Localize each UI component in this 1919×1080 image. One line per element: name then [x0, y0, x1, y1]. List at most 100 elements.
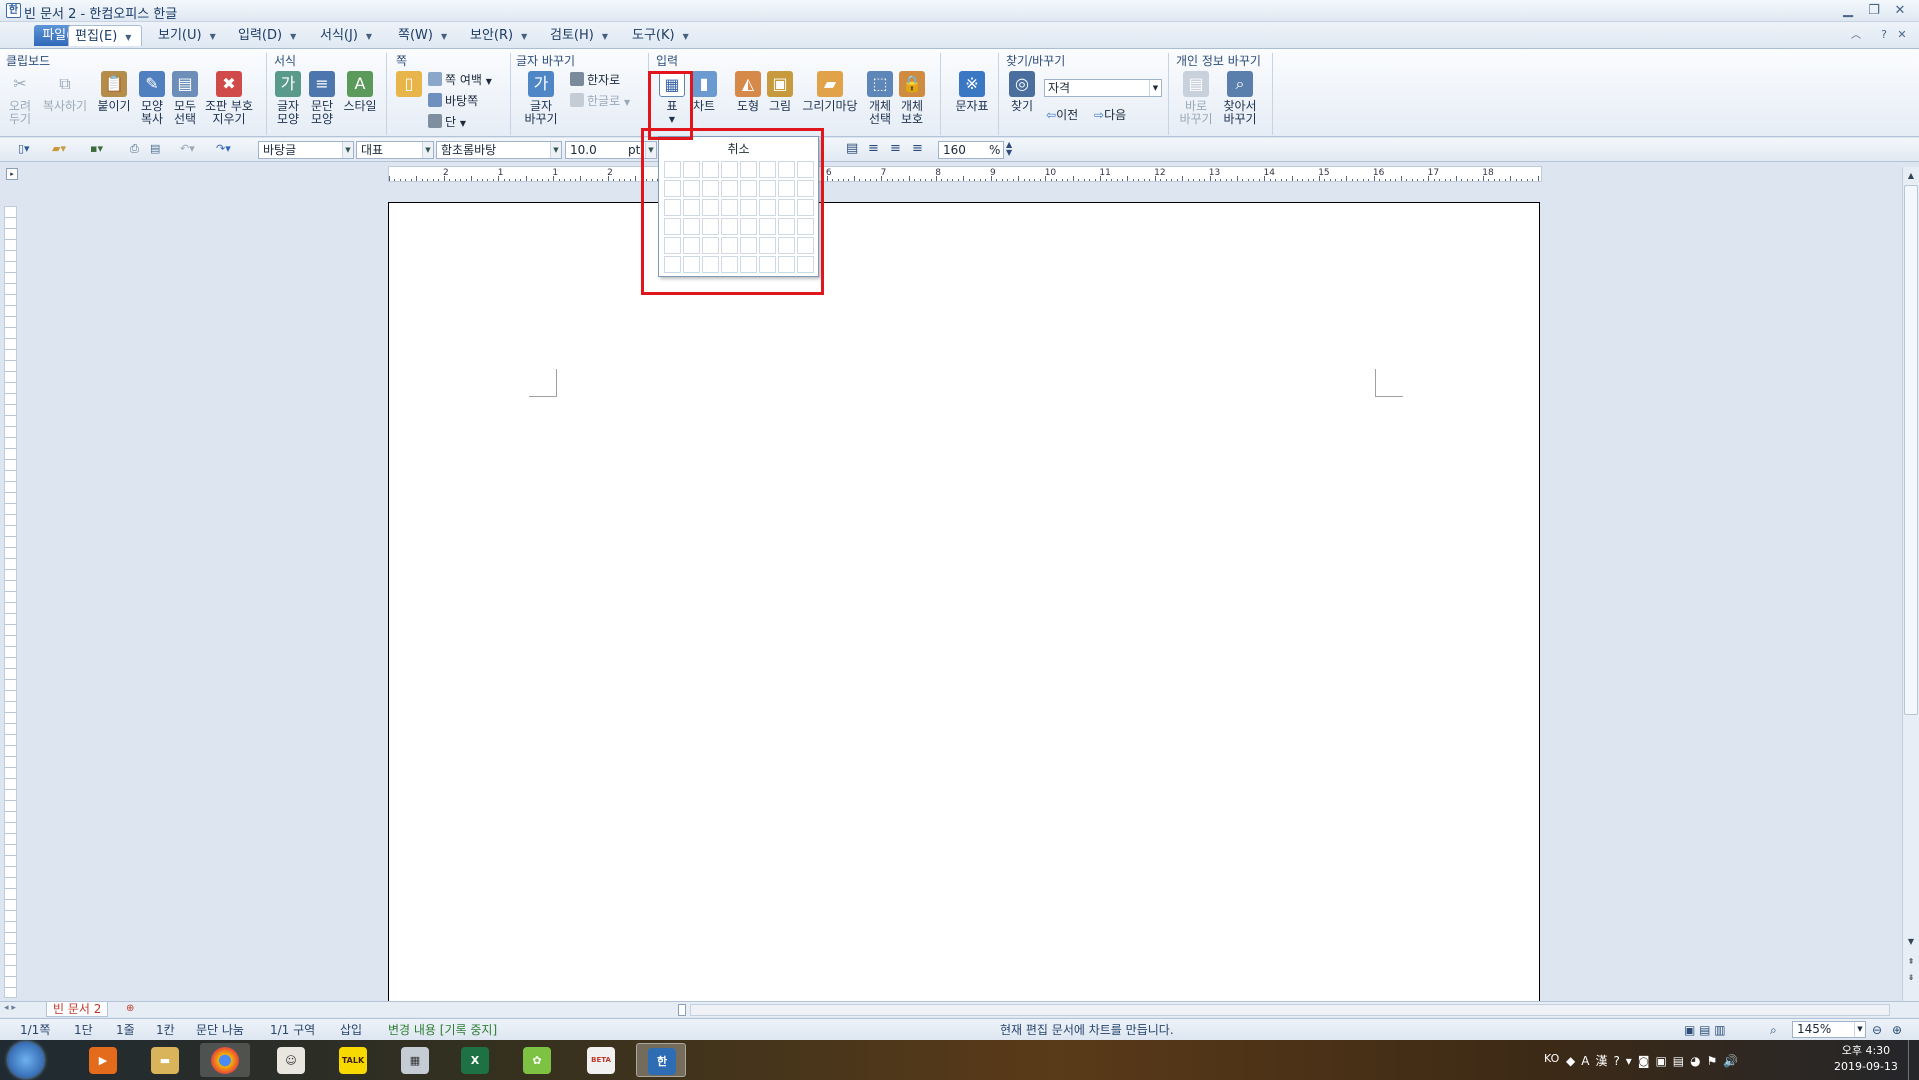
zoom-icon[interactable]: ⌕	[1770, 1022, 1777, 1038]
hwp-icon[interactable]: 한	[6, 3, 21, 18]
taskbar-calculator[interactable]: ▦	[390, 1043, 440, 1077]
to-hangul-button[interactable]: 한글로 ▼	[570, 92, 630, 111]
taskbar-game[interactable]: ☺	[266, 1043, 316, 1077]
zoom-in-icon[interactable]: ⊕	[1892, 1022, 1902, 1038]
document-page[interactable]	[388, 202, 1540, 1002]
taskbar-sticker[interactable]: ✿	[512, 1043, 562, 1077]
taskbar-media-player[interactable]: ▶	[78, 1043, 128, 1077]
page-setup-button[interactable]: ▯	[394, 71, 424, 100]
find-replace-button[interactable]: ⌕ 찾아서 바꾸기	[1218, 71, 1262, 126]
ribbon-collapse-icon[interactable]: ︿	[1846, 28, 1866, 44]
symbol-button[interactable]: ※ 문자표	[950, 71, 994, 113]
menu-security[interactable]: 보안(R) ▼	[464, 25, 533, 46]
menu-page[interactable]: 쪽(W) ▼	[392, 25, 453, 46]
char-shape-button[interactable]: 가 글자 모양	[270, 71, 306, 126]
columns-button[interactable]: 단 ▼	[428, 113, 466, 132]
save-icon[interactable]: ▪▾	[90, 141, 103, 159]
font-select[interactable]: 함초롬바탕 ▼	[436, 141, 562, 159]
scroll-thumb[interactable]	[1904, 185, 1918, 715]
ruler-tick	[952, 179, 954, 181]
menu-tools[interactable]: 도구(K) ▼	[626, 25, 695, 46]
menu-review[interactable]: 검토(H) ▼	[544, 25, 614, 46]
char-convert-button[interactable]: 가 글자 바꾸기	[518, 71, 564, 126]
align-justify-icon[interactable]: ▤	[846, 141, 858, 159]
zoom-out-icon[interactable]: ⊖	[1872, 1022, 1882, 1038]
zoom-select[interactable]: 145% ▼	[1792, 1021, 1866, 1038]
object-protect-button[interactable]: 🔒 개체 보호	[894, 71, 930, 126]
menu-view[interactable]: 보기(U) ▼	[152, 25, 222, 46]
restore-icon[interactable]: ❐	[1864, 3, 1884, 19]
para-shape-button[interactable]: ≡ 문단 모양	[304, 71, 340, 126]
clock[interactable]: 오후 4:30 2019-09-13	[1834, 1043, 1898, 1075]
menu-format[interactable]: 서식(J) ▼	[314, 25, 378, 46]
gallery-label: 그리기마당	[802, 99, 858, 113]
windows-start-icon[interactable]	[8, 1042, 44, 1078]
find-button[interactable]: ◎ 찾기	[1004, 71, 1040, 113]
prev-page-icon[interactable]: ⇞	[1905, 957, 1917, 969]
taskbar-hwp[interactable]: 한	[636, 1043, 686, 1077]
align-left-icon[interactable]: ≡	[868, 141, 879, 159]
shape-copy-button[interactable]: ✎ 모양 복사	[134, 71, 170, 126]
select-all-button[interactable]: ▤ 모두 선택	[167, 71, 203, 126]
undo-icon[interactable]: ↶▾	[180, 141, 195, 159]
redo-icon[interactable]: ↷▾	[216, 141, 231, 159]
taskbar-explorer[interactable]: ▬	[140, 1043, 190, 1077]
close-icon[interactable]: ✕	[1890, 3, 1910, 19]
scroll-up-icon[interactable]: ▲	[1905, 171, 1917, 183]
new-doc-icon[interactable]: ▯▾	[18, 141, 30, 159]
tab-document[interactable]: 빈 문서 2	[46, 1002, 109, 1017]
taskbar-kakaotalk[interactable]: TALK	[328, 1043, 378, 1077]
taskbar-beta-app[interactable]: BETA	[576, 1043, 626, 1077]
close-doc-icon[interactable]: ✕	[1892, 27, 1912, 43]
paste-button[interactable]: 📋 붙이기	[96, 71, 132, 113]
clear-markers-button[interactable]: ✖ 조판 부호 지우기	[204, 71, 254, 126]
ime-language[interactable]: KO	[1544, 1052, 1559, 1065]
background-page-button[interactable]: 바탕쪽	[428, 92, 478, 111]
line-spacing-input[interactable]: 160 %	[938, 141, 1004, 159]
help-icon[interactable]: ?	[1874, 27, 1894, 43]
style-button[interactable]: A 스타일	[338, 71, 382, 113]
status-mode[interactable]: 삽입	[340, 1022, 362, 1038]
find-prev-button[interactable]: ⇦이전	[1046, 106, 1078, 125]
menu-input[interactable]: 입력(D) ▼	[232, 25, 302, 46]
copy-button[interactable]: ⧉ 복사하기	[40, 71, 90, 113]
align-center-icon[interactable]: ≡	[890, 141, 901, 159]
page-margin-button[interactable]: 쪽 여백 ▼	[428, 71, 492, 90]
horizontal-scrollbar[interactable]	[690, 1004, 1890, 1016]
to-hanja-button[interactable]: 한자로	[570, 71, 620, 90]
minimize-icon[interactable]: ▁	[1838, 3, 1858, 19]
print-icon[interactable]: ⎙	[130, 141, 139, 159]
menu-edit[interactable]: 편집(E) ▼	[68, 25, 142, 46]
replace-now-button[interactable]: ▤ 바로 바꾸기	[1178, 71, 1214, 126]
chevron-down-icon[interactable]: ▼	[1149, 80, 1161, 96]
style-select[interactable]: 바탕글 ▼	[258, 141, 354, 159]
object-select-button[interactable]: ⬚ 개체 선택	[862, 71, 898, 126]
picture-button[interactable]: ▣ 그림	[762, 71, 798, 113]
next-page-icon[interactable]: ⇟	[1905, 973, 1917, 985]
language-select[interactable]: 대표 ▼	[356, 141, 434, 159]
ruler-toggle-icon[interactable]: ▸	[6, 168, 18, 180]
status-track-changes[interactable]: 변경 내용 [기록 중지]	[388, 1022, 497, 1038]
taskbar-chrome[interactable]	[200, 1043, 250, 1077]
view-mode-icons[interactable]: ▣ ▤ ▥	[1684, 1022, 1726, 1038]
new-tab-icon[interactable]: ⊕	[126, 1003, 134, 1014]
vertical-scrollbar[interactable]: ▲ ▼ ⇞ ⇟	[1902, 167, 1919, 1002]
find-input[interactable]: 자격 ▼	[1044, 79, 1162, 97]
gallery-button[interactable]: ▰ 그리기마당	[798, 71, 862, 113]
open-icon[interactable]: ▰▾	[52, 141, 66, 159]
preview-icon[interactable]: ▤	[150, 141, 160, 159]
show-desktop-button[interactable]	[1908, 1040, 1919, 1080]
shape-button[interactable]: ◭ 도형	[730, 71, 766, 113]
align-right-icon[interactable]: ≡	[912, 141, 923, 159]
find-next-button[interactable]: ⇨다음	[1094, 106, 1126, 125]
vertical-ruler[interactable]	[4, 206, 17, 998]
taskbar-excel[interactable]: X	[450, 1043, 500, 1077]
h-scroll-splitter[interactable]	[678, 1004, 686, 1016]
cut-button[interactable]: ✂ 오려 두기	[2, 71, 38, 126]
tab-nav-icon[interactable]: ◂ ▸	[4, 1003, 16, 1013]
tray-icons[interactable]: ◆A漢?▾◙▣▤◕⚑🔊	[1566, 1052, 1744, 1069]
horizontal-ruler[interactable]: 21123456789101112131415161718	[388, 166, 1542, 182]
scroll-down-icon[interactable]: ▼	[1905, 937, 1917, 949]
line-spacing-stepper[interactable]: ▲ ▼	[1006, 141, 1012, 159]
hwp-taskbar-icon: 한	[648, 1048, 676, 1075]
